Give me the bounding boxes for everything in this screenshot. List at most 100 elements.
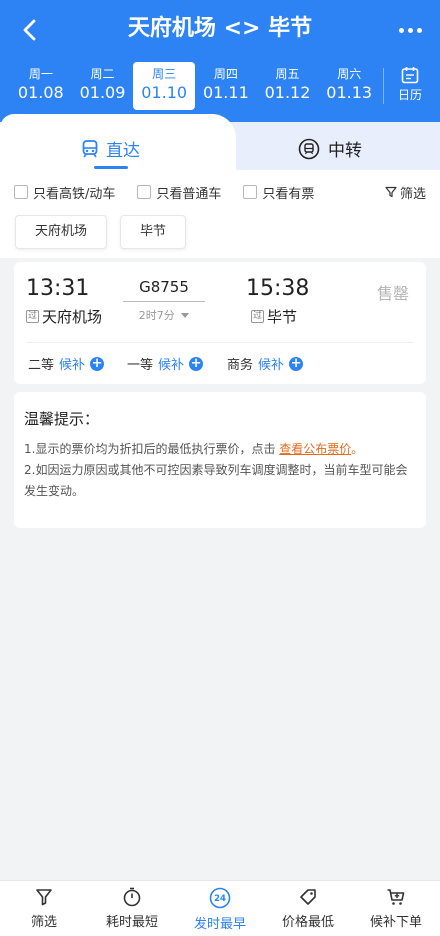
train-line-divider (123, 301, 205, 302)
waitlist-label: 候补 (258, 358, 285, 373)
filter-row: 只看高铁/动车 只看普通车 只看有票 筛选 (14, 182, 426, 202)
pass-tag: 过 (26, 310, 39, 323)
tips-line-2: 2.如因运力原因或其他不可控因素导致列车调度调整时，当前车型可能会发生变动。 (24, 463, 408, 498)
to-station-button[interactable]: 毕节 (120, 215, 186, 249)
seat-class-label: 二等 (28, 358, 55, 373)
calendar-button[interactable]: 日历 (388, 64, 432, 108)
weekday-label: 周六 (337, 67, 362, 81)
date-item-fri[interactable]: 周五 01.12 (257, 62, 319, 110)
checkbox-icon[interactable] (243, 185, 258, 199)
depart-station-label: 天府机场 (42, 308, 103, 326)
seat-class-label: 商务 (227, 358, 254, 373)
weekday-label: 周五 (275, 67, 300, 81)
nav-earliest-label: 发时最早 (193, 917, 246, 932)
weekday-label: 周一 (28, 67, 53, 81)
waitlist-label: 候补 (59, 358, 86, 373)
nav-shortest-label: 耗时最短 (105, 915, 158, 930)
page-title: 天府机场 <> 毕节 (127, 16, 313, 41)
date-label: 01.13 (326, 83, 373, 102)
seat-business-class[interactable]: 商务 候补 + (227, 354, 304, 373)
arrive-time: 15:38 (246, 276, 310, 301)
date-item-sat[interactable]: 周六 01.13 (318, 62, 380, 110)
plus-circle-icon[interactable]: + (289, 356, 304, 371)
screen-button[interactable]: 筛选 (385, 183, 426, 202)
date-item-mon[interactable]: 周一 01.08 (10, 62, 72, 110)
sold-out-status: 售罄 (377, 284, 410, 303)
top-bar: 天府机场 <> 毕节 (0, 0, 440, 58)
bottom-sort-bar: 筛选 耗时最短 24 发时最早 价格最低 候补下单 (0, 880, 440, 936)
weekday-label: 周四 (213, 67, 238, 81)
nav-waitlist[interactable]: 候补下单 (352, 881, 440, 936)
nav-filter[interactable]: 筛选 (0, 881, 88, 936)
nav-cheapest-label: 价格最低 (281, 915, 334, 930)
calendar-divider (383, 68, 384, 104)
waitlist-label: 候补 (158, 358, 185, 373)
weekday-label: 周三 (152, 67, 177, 81)
filter-normal[interactable]: 只看普通车 (137, 183, 221, 202)
filter-available-label: 只看有票 (262, 186, 315, 202)
arrive-station-label: 毕节 (267, 308, 298, 326)
caret-down-icon (181, 313, 190, 318)
date-item-thu[interactable]: 周四 01.11 (195, 62, 257, 110)
depart-station: 过 天府机场 (26, 306, 102, 327)
date-label: 01.11 (202, 83, 249, 102)
train-card[interactable]: 13:31 G8755 2时7分 15:38 售罄 过 天府机场 过 毕节 二等… (14, 262, 426, 384)
seat-class-label: 一等 (127, 358, 154, 373)
tab-direct[interactable]: 直达 (82, 136, 140, 161)
tips-line-1-text: 1.显示的票价均为折扣后的最低执行票价，点击 (24, 442, 280, 456)
nav-waitlist-label: 候补下单 (369, 915, 422, 930)
nav-earliest[interactable]: 24 发时最早 (176, 881, 264, 936)
checkbox-icon[interactable] (137, 185, 152, 199)
tips-line-1: 1.显示的票价均为折扣后的最低执行票价，点击 查看公布票价。 (24, 439, 416, 460)
date-label: 01.09 (79, 83, 126, 102)
tips-line-1-end: 。 (351, 442, 364, 456)
train-number: G8755 (139, 278, 189, 296)
tips-title: 温馨提示： (24, 410, 100, 428)
screen-label: 筛选 (399, 186, 426, 202)
nav-shortest[interactable]: 耗时最短 (88, 881, 176, 936)
view-public-fare-link[interactable]: 查看公布票价 (279, 442, 351, 456)
route-type-tabs: 直达 中转 (0, 114, 440, 170)
seat-second-class[interactable]: 二等 候补 + (28, 354, 105, 373)
header-bar: 天府机场 <> 毕节 周一 01.08 周二 01.09 周三 01.10 周四… (0, 0, 440, 122)
filter-high-speed-label: 只看高铁/动车 (33, 186, 116, 202)
calendar-label: 日历 (397, 88, 422, 102)
filter-high-speed[interactable]: 只看高铁/动车 (14, 183, 115, 202)
transfer-train-icon (298, 138, 320, 159)
filter-normal-label: 只看普通车 (156, 186, 222, 202)
cart-plus-icon (387, 889, 405, 905)
date-label: 01.08 (17, 83, 64, 102)
tab-transfer[interactable]: 中转 (298, 136, 362, 161)
seat-first-class[interactable]: 一等 候补 + (127, 354, 204, 373)
funnel-icon (36, 889, 52, 906)
depart-time: 13:31 (26, 276, 90, 301)
calendar-icon (401, 67, 419, 84)
date-item-tue[interactable]: 周二 01.09 (72, 62, 134, 110)
date-label: 01.12 (264, 83, 311, 102)
card-divider (26, 342, 414, 343)
date-strip: 周一 01.08 周二 01.09 周三 01.10 周四 01.11 周五 0… (10, 62, 380, 110)
tab-direct-label: 直达 (106, 141, 140, 161)
tips-card: 温馨提示： 1.显示的票价均为折扣后的最低执行票价，点击 查看公布票价。 2.如… (14, 392, 426, 528)
checkbox-icon[interactable] (14, 185, 28, 199)
timer-icon (123, 887, 141, 907)
nav-cheapest[interactable]: 价格最低 (264, 881, 352, 936)
duration[interactable]: 2时7分 (123, 307, 205, 323)
train-icon (82, 139, 98, 157)
price-tag-icon (300, 889, 316, 905)
more-dots-icon[interactable] (394, 14, 426, 46)
pass-tag: 过 (251, 310, 264, 323)
clock-badge: 24 (214, 894, 226, 904)
plus-circle-icon[interactable]: + (90, 356, 105, 371)
tab-transfer-label: 中转 (328, 141, 362, 161)
from-station-button[interactable]: 天府机场 (15, 215, 107, 249)
clock-24-icon: 24 (209, 887, 231, 909)
filter-available[interactable]: 只看有票 (243, 183, 314, 202)
arrive-station: 过 毕节 (251, 306, 297, 327)
nav-filter-label: 筛选 (30, 915, 57, 930)
duration-label: 2时7分 (138, 309, 175, 322)
weekday-label: 周二 (90, 67, 115, 81)
plus-circle-icon[interactable]: + (189, 356, 204, 371)
date-label: 01.10 (141, 83, 188, 102)
date-item-wed-selected[interactable]: 周三 01.10 (133, 62, 196, 110)
